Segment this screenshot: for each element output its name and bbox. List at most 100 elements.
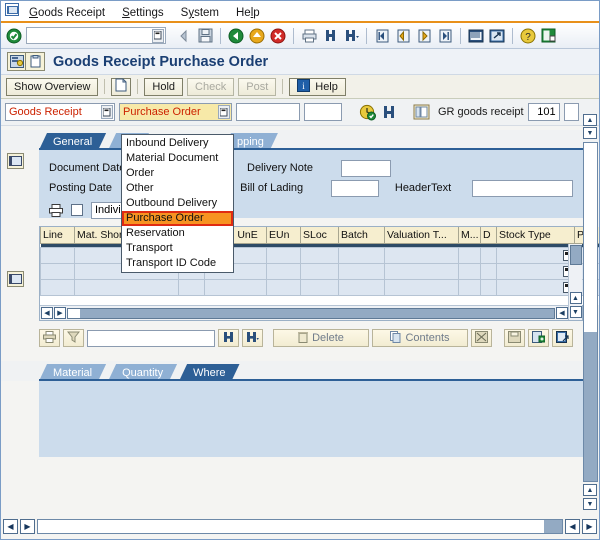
cell-sloc[interactable] xyxy=(301,263,339,279)
cell-eun[interactable] xyxy=(267,279,301,295)
details-button[interactable] xyxy=(552,329,573,347)
reference-document-dropdown-list[interactable]: Inbound Delivery Material Document Order… xyxy=(121,134,234,273)
cell-line[interactable] xyxy=(41,279,75,295)
insert-row-button[interactable] xyxy=(528,329,549,347)
find-doc-icon[interactable] xyxy=(380,103,398,121)
dropdown-option-other[interactable]: Other xyxy=(122,181,233,196)
dropdown-option-outbound-delivery[interactable]: Outbound Delivery xyxy=(122,196,233,211)
cell-material[interactable] xyxy=(75,279,179,295)
window-scroll-left-button[interactable]: ◀ xyxy=(3,519,18,534)
transaction-type-field[interactable]: Goods Receipt xyxy=(5,103,115,121)
dropdown-option-transport-id-code[interactable]: Transport ID Code xyxy=(122,256,233,271)
create-session-icon[interactable] xyxy=(467,27,485,45)
dropdown-option-reservation[interactable]: Reservation xyxy=(122,226,233,241)
movement-type-code[interactable]: 101 xyxy=(528,103,560,121)
contents-button[interactable]: Contents xyxy=(372,329,468,347)
col-eun[interactable]: EUn xyxy=(267,227,301,243)
movement-type-suffix[interactable] xyxy=(564,103,579,121)
cell-valuation[interactable] xyxy=(385,279,459,295)
dropdown-option-order[interactable]: Order xyxy=(122,166,233,181)
print-icon[interactable] xyxy=(300,27,318,45)
execute-clock-icon[interactable] xyxy=(358,103,376,121)
cell-stock-type[interactable] xyxy=(497,263,575,279)
table-vscroll-thumb[interactable] xyxy=(570,245,582,265)
create-shortcut-icon[interactable] xyxy=(488,27,506,45)
table-scroll-right-button[interactable]: ▶ xyxy=(54,307,66,319)
back-arrow-icon[interactable] xyxy=(175,27,193,45)
help-icon[interactable]: ? xyxy=(519,27,537,45)
table-find-next-button[interactable] xyxy=(242,329,263,347)
cell-qty[interactable] xyxy=(205,279,267,295)
menu-settings[interactable]: Settings xyxy=(120,7,166,19)
find-icon[interactable] xyxy=(321,27,339,45)
col-valuation-type[interactable]: Valuation T... xyxy=(385,227,459,243)
table-search-input[interactable] xyxy=(87,330,215,347)
save-layout-button[interactable] xyxy=(504,329,525,347)
cell-valuation[interactable] xyxy=(385,263,459,279)
menu-goods-receipt[interactable]: Goods Receipt xyxy=(27,7,107,19)
layout-icon[interactable] xyxy=(412,103,430,121)
cell-d[interactable] xyxy=(481,263,497,279)
header-scroll-down-button[interactable]: ▼ xyxy=(583,127,597,139)
dropdown-option-material-document[interactable]: Material Document xyxy=(122,151,233,166)
collapse-items-icon[interactable] xyxy=(7,271,24,287)
dropdown-option-purchase-order[interactable]: Purchase Order xyxy=(122,211,233,226)
printer-icon[interactable] xyxy=(49,204,63,216)
delivery-note-input[interactable] xyxy=(341,160,391,177)
table-scroll-down-button[interactable]: ▼ xyxy=(570,306,582,318)
reference-document-field[interactable]: Purchase Order xyxy=(119,103,232,121)
po-item-field[interactable] xyxy=(304,103,342,121)
dropdown-option-transport[interactable]: Transport xyxy=(122,241,233,256)
customize-layout-icon[interactable] xyxy=(540,27,558,45)
table-scroll-up-button[interactable]: ▲ xyxy=(570,292,582,304)
cell-line[interactable] xyxy=(41,263,75,279)
transaction-type-dropdown-icon[interactable] xyxy=(101,105,113,119)
cell-sloc[interactable] xyxy=(301,279,339,295)
new-document-button[interactable] xyxy=(111,78,131,96)
cell-m[interactable] xyxy=(459,279,481,295)
back-green-icon[interactable] xyxy=(227,27,245,45)
dropdown-option-inbound-delivery[interactable]: Inbound Delivery xyxy=(122,136,233,151)
po-number-field[interactable] xyxy=(236,103,300,121)
last-page-icon[interactable] xyxy=(436,27,454,45)
bill-of-lading-input[interactable] xyxy=(331,180,379,197)
cell-eun[interactable] xyxy=(267,263,301,279)
cell-d[interactable] xyxy=(481,247,497,263)
next-page-icon[interactable] xyxy=(415,27,433,45)
cell-stock-type[interactable] xyxy=(497,279,575,295)
previous-page-icon[interactable] xyxy=(394,27,412,45)
col-line[interactable]: Line xyxy=(41,227,75,243)
cell-ok[interactable] xyxy=(179,279,205,295)
window-hscroll-thumb[interactable] xyxy=(544,520,562,533)
cell-m[interactable] xyxy=(459,263,481,279)
window-restore-icon[interactable] xyxy=(5,3,19,16)
cell-batch[interactable] xyxy=(339,279,385,295)
table-page-left-button[interactable]: ◀ xyxy=(556,307,568,319)
help-button[interactable]: i Help xyxy=(289,78,346,96)
find-next-icon[interactable] xyxy=(342,27,360,45)
window-scroll-left-page-button[interactable]: ▶ xyxy=(20,519,35,534)
command-dropdown-icon[interactable] xyxy=(152,29,164,43)
col-batch[interactable]: Batch xyxy=(339,227,385,243)
menu-system[interactable]: System xyxy=(179,7,221,19)
table-find-button[interactable] xyxy=(218,329,239,347)
table-scroll-left-button[interactable]: ◀ xyxy=(41,307,53,319)
reference-document-dropdown-icon[interactable] xyxy=(218,105,230,119)
cell-eun[interactable] xyxy=(267,247,301,263)
header-scroll-up-button[interactable]: ▲ xyxy=(583,114,597,126)
table-vertical-scrollbar[interactable]: ▲ ▼ xyxy=(568,244,582,320)
col-stock-type[interactable]: Stock Type xyxy=(497,227,575,243)
delete-button[interactable]: Delete xyxy=(273,329,369,347)
hold-button[interactable]: Hold xyxy=(144,78,183,96)
cell-line[interactable] xyxy=(41,247,75,263)
command-field[interactable] xyxy=(26,27,166,44)
print-preview-button[interactable] xyxy=(39,329,60,347)
show-overview-button[interactable]: Show Overview xyxy=(6,78,98,96)
first-page-icon[interactable] xyxy=(373,27,391,45)
main-vscroll-thumb[interactable] xyxy=(584,332,597,481)
main-vertical-scrollbar[interactable] xyxy=(583,142,598,482)
collapse-table-button[interactable] xyxy=(471,329,492,347)
menu-help[interactable]: Help xyxy=(234,7,262,19)
cell-batch[interactable] xyxy=(339,263,385,279)
exit-yellow-icon[interactable] xyxy=(248,27,266,45)
